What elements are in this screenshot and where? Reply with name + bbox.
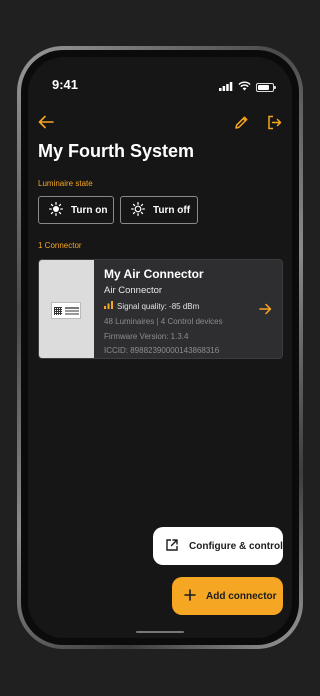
- logout-icon[interactable]: [264, 112, 284, 132]
- connector-count-label: 1 Connector: [38, 241, 82, 250]
- plus-icon: [184, 588, 196, 604]
- add-connector-button[interactable]: Add connector: [172, 577, 283, 615]
- turn-on-label: Turn on: [71, 204, 108, 216]
- sun-icon: [49, 201, 63, 219]
- connector-name: My Air Connector: [104, 267, 204, 281]
- status-time: 9:41: [52, 77, 79, 92]
- connector-type: Air Connector: [104, 285, 163, 296]
- configure-control-label: Configure & control: [189, 540, 283, 552]
- sun-outline-icon: [131, 201, 145, 219]
- connector-devices: 48 Luminaires | 4 Control devices: [104, 317, 223, 326]
- status-icons: [219, 78, 276, 96]
- luminaire-state-label: Luminaire state: [38, 179, 93, 188]
- add-connector-label: Add connector: [206, 590, 277, 602]
- external-link-icon: [165, 538, 179, 555]
- cellular-signal-icon: [219, 78, 233, 96]
- arrow-right-icon[interactable]: [259, 302, 272, 320]
- battery-icon: [256, 82, 276, 92]
- signal-icon: [104, 301, 113, 311]
- turn-off-button[interactable]: Turn off: [120, 196, 198, 224]
- connector-signal: Signal quality: -85 dBm: [104, 301, 199, 311]
- configure-control-button[interactable]: Configure & control: [153, 527, 283, 565]
- wifi-icon: [238, 78, 251, 96]
- signal-quality-text: Signal quality: -85 dBm: [117, 301, 200, 311]
- pencil-icon[interactable]: [231, 112, 251, 132]
- page-title: My Fourth System: [38, 141, 195, 161]
- connector-device-image: [51, 302, 81, 319]
- connector-thumbnail: [39, 260, 94, 358]
- turn-on-button[interactable]: Turn on: [38, 196, 114, 224]
- connector-card[interactable]: My Air Connector Air Connector Signal qu…: [38, 259, 283, 359]
- turn-off-label: Turn off: [153, 204, 191, 216]
- connector-firmware: Firmware Version: 1.3.4: [104, 332, 189, 341]
- back-arrow-icon[interactable]: [36, 112, 56, 132]
- app-screen: 9:41 My Fourth System Luminaire state Tu…: [28, 57, 292, 638]
- connector-iccid: ICCID: 89882390000143868316: [104, 346, 220, 355]
- home-indicator: [136, 631, 184, 633]
